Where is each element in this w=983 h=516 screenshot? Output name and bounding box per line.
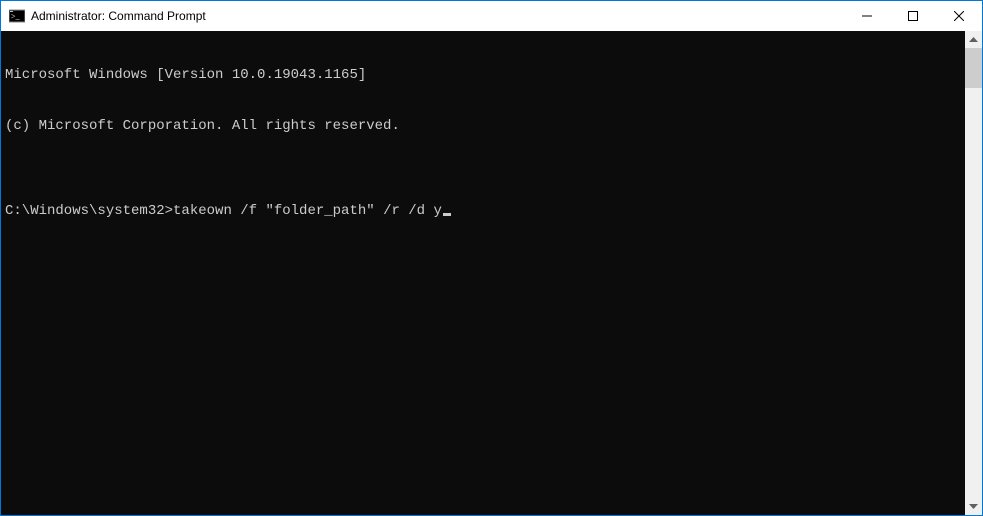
close-button[interactable]: [936, 1, 982, 31]
cursor: [443, 213, 451, 216]
command-prompt-window: >_ Administrator: Command Prompt Microso…: [0, 0, 983, 516]
vertical-scrollbar[interactable]: [965, 31, 982, 515]
output-line: Microsoft Windows [Version 10.0.19043.11…: [5, 67, 965, 84]
scrollbar-thumb[interactable]: [965, 48, 982, 88]
window-title: Administrator: Command Prompt: [31, 9, 844, 23]
client-area: Microsoft Windows [Version 10.0.19043.11…: [1, 31, 982, 515]
scroll-down-button[interactable]: [965, 498, 982, 515]
window-controls: [844, 1, 982, 31]
titlebar[interactable]: >_ Administrator: Command Prompt: [1, 1, 982, 31]
maximize-button[interactable]: [890, 1, 936, 31]
minimize-button[interactable]: [844, 1, 890, 31]
prompt: C:\Windows\system32>: [5, 203, 173, 220]
scroll-up-button[interactable]: [965, 31, 982, 48]
output-line: (c) Microsoft Corporation. All rights re…: [5, 118, 965, 135]
terminal-output[interactable]: Microsoft Windows [Version 10.0.19043.11…: [1, 31, 965, 515]
svg-text:>_: >_: [11, 12, 21, 21]
cmd-icon: >_: [9, 8, 25, 24]
command-text: takeown /f "folder_path" /r /d y: [173, 203, 442, 220]
scrollbar-track[interactable]: [965, 48, 982, 498]
prompt-line: C:\Windows\system32>takeown /f "folder_p…: [5, 203, 965, 220]
